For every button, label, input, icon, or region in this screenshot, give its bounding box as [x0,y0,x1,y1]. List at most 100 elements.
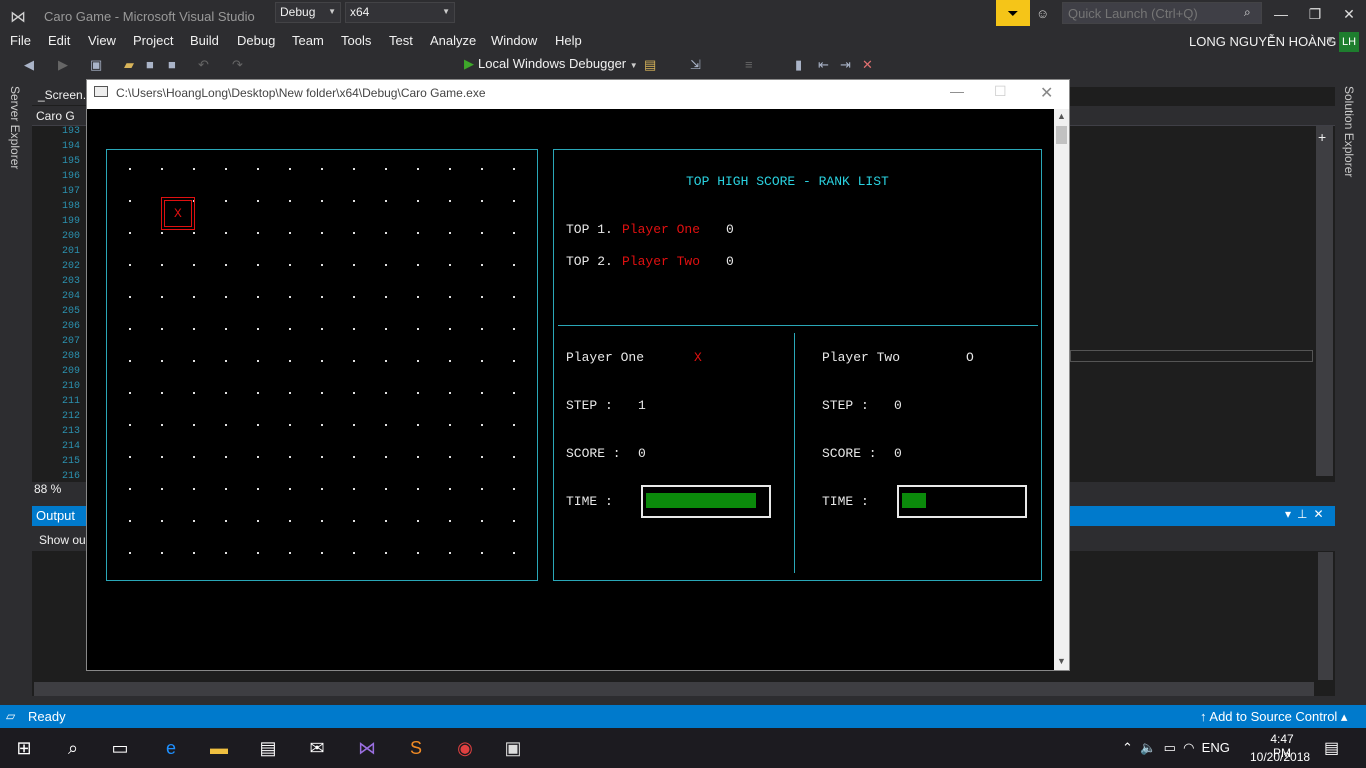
navigate-back-icon[interactable]: ◀ [24,57,34,73]
board-cell-dot [225,392,227,394]
scroll-thumb[interactable] [1056,126,1067,144]
solution-config-select[interactable]: Debug ▼ [275,2,341,23]
dropdown-icon[interactable]: ▾ [1285,507,1297,521]
action-center-icon[interactable]: ▤ [1324,738,1339,758]
nav-project-dropdown[interactable]: Caro G [36,109,75,123]
board-cell-dot [481,488,483,490]
feedback-icon[interactable]: ☺ [1036,6,1049,21]
console-scrollbar[interactable] [1054,109,1069,670]
board-cell-dot [385,392,387,394]
close-icon[interactable]: ✕ [1040,83,1053,103]
board-cell-dot [321,488,323,490]
close-icon[interactable]: ✕ [1313,507,1329,521]
board-cell-dot [449,456,451,458]
scroll-down-icon[interactable]: ▼ [1057,656,1066,666]
board-cell-dot [321,296,323,298]
new-project-icon[interactable]: ▣ [90,57,102,73]
board-cell-dot [161,488,163,490]
console-app-icon[interactable]: ▣ [498,735,528,761]
restore-icon[interactable]: ❐ [1300,6,1330,23]
server-explorer-tab[interactable]: Server Explorer [8,86,22,169]
next-bookmark-icon[interactable]: ⇥ [840,57,851,73]
board-cell-dot [417,296,419,298]
menu-team[interactable]: Team [292,33,324,48]
menu-window[interactable]: Window [491,33,537,48]
volume-icon[interactable]: 🔈 [1140,740,1156,755]
bookmark-icon[interactable]: ▮ [795,57,802,73]
task-view-icon[interactable]: ▭ [105,735,135,761]
user-name[interactable]: LONG NGUYỄN HOÀNG [1189,34,1336,49]
battery-icon[interactable]: ▭ [1164,740,1176,755]
quick-launch-input[interactable] [1062,2,1262,24]
output-scrollbar[interactable] [1318,552,1333,680]
board-cell-dot [321,264,323,266]
board-cell-dot [385,232,387,234]
scroll-up-icon[interactable]: ▲ [1057,111,1066,121]
menu-analyze[interactable]: Analyze [430,33,476,48]
undo-icon[interactable]: ↶ [198,57,209,73]
step-icon[interactable]: ⇲ [690,57,701,73]
menu-file[interactable]: File [10,33,31,48]
store-icon[interactable]: ▤ [253,735,283,761]
platform-select[interactable]: x64 ▼ [345,2,455,23]
mail-icon[interactable]: ✉ [302,735,332,761]
wifi-icon[interactable]: ◠ [1183,740,1194,755]
output-panel-title[interactable]: Output [36,508,75,523]
sublime-text-icon[interactable]: S [401,735,431,761]
clock-date[interactable]: 10/20/2018 [1250,750,1310,764]
document-tab[interactable]: _Screen.c [32,87,92,105]
zoom-level[interactable]: 88 % [34,482,61,496]
menu-build[interactable]: Build [190,33,219,48]
clear-bookmarks-icon[interactable]: ✕ [862,57,873,73]
start-debugger-button[interactable]: ▶ Local Windows Debugger ▼ [464,56,638,72]
split-editor-icon[interactable]: + [1318,129,1326,145]
board-cell-dot [289,232,291,234]
windows-start-icon[interactable]: ⊞ [9,735,39,761]
minimize-icon[interactable]: — [950,83,964,99]
search-icon[interactable]: ⌕ [58,735,88,761]
visual-studio-taskbar-icon[interactable]: ⋈ [352,735,382,761]
debugger-label: Local Windows Debugger [478,56,627,71]
file-explorer-icon[interactable]: ▬ [204,735,234,761]
board-cell-dot [161,168,163,170]
save-all-icon[interactable]: ■ [168,57,176,72]
board-cell-dot [513,232,515,234]
navigate-forward-icon[interactable]: ▶ [58,57,68,73]
chevron-down-icon[interactable]: ▼ [1325,35,1335,46]
comment-icon[interactable]: ≡ [745,57,753,72]
board-cell-dot [193,424,195,426]
add-to-source-control-button[interactable]: ↑ Add to Source Control ▴ [1200,709,1347,725]
menu-view[interactable]: View [88,33,116,48]
notification-filter-icon[interactable]: ⏷ [996,0,1030,26]
editor-scrollbar[interactable] [1316,126,1333,476]
chrome-icon[interactable]: ◉ [450,735,480,761]
menu-test[interactable]: Test [389,33,413,48]
save-icon[interactable]: ■ [146,57,154,72]
language-indicator[interactable]: ENG [1202,740,1230,755]
avatar[interactable]: LH [1339,32,1359,52]
menu-project[interactable]: Project [133,33,173,48]
process-icon[interactable]: ▤ [644,57,656,73]
menu-help[interactable]: Help [555,33,582,48]
board-cell-dot [321,328,323,330]
maximize-icon[interactable]: ☐ [994,83,1007,100]
search-icon[interactable]: ⌕ [1244,5,1251,20]
menu-tools[interactable]: Tools [341,33,371,48]
prev-bookmark-icon[interactable]: ⇤ [818,57,829,73]
open-file-icon[interactable]: ▰ [124,57,134,73]
board-cell-dot [257,456,259,458]
menu-edit[interactable]: Edit [48,33,70,48]
menu-debug[interactable]: Debug [237,33,275,48]
edge-browser-icon[interactable]: e [156,735,186,761]
output-horizontal-scrollbar[interactable] [34,682,1314,696]
board-cell-dot [129,264,131,266]
redo-icon[interactable]: ↷ [232,57,243,73]
board-cell-dot [289,392,291,394]
board-cell-dot [129,328,131,330]
board-cell-dot [513,168,515,170]
solution-explorer-tab[interactable]: Solution Explorer [1342,86,1356,177]
close-icon[interactable]: ✕ [1334,6,1364,23]
minimize-icon[interactable]: — [1266,6,1296,22]
chevron-up-icon[interactable]: ⌃ [1122,740,1133,755]
pin-icon[interactable]: ⊥ [1297,507,1313,521]
